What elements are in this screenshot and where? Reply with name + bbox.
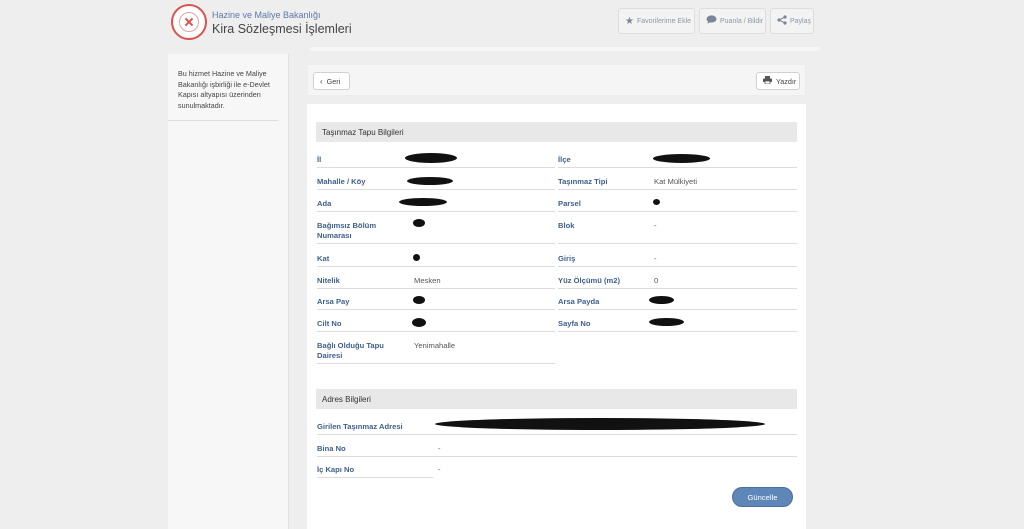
field-value: - [654,221,657,230]
field-value: Kat Mülkiyeti [654,177,698,186]
field-label: Taşınmaz Tipi [558,177,608,186]
field-kat: Kat [317,247,555,267]
redacted-value [413,219,425,227]
field-bina-no: Bina No - [317,437,797,457]
field-value: 0 [654,276,659,285]
field-ilce: İlçe [558,148,797,168]
print-button-label: Yazdır [776,76,797,86]
field-il: İl [317,148,555,168]
redacted-value [653,199,660,205]
field-label: İç Kapı No [317,465,355,474]
field-label: Mahalle / Köy [317,177,366,186]
field-sayfa-no: Sayfa No [558,312,797,332]
field-label: Girilen Taşınmaz Adresi [317,422,403,431]
field-label: Bağımsız Bölüm [317,221,377,230]
field-label: Bina No [317,444,346,453]
ministry-logo-icon [171,4,207,40]
field-label: Yüz Ölçümü (m2) [558,276,621,285]
redacted-value [413,296,425,304]
field-giris: Giriş - [558,247,797,267]
sidebar-info-text: Bu hizmet Hazine ve Maliye Bakanlığı işb… [178,69,270,110]
rate-button[interactable]: Puanla / Bildir [699,8,766,34]
star-icon: ★ [625,15,634,27]
field-girilen-adres: Girilen Taşınmaz Adresi [317,415,797,435]
field-value: - [438,465,441,474]
redacted-value [435,418,765,430]
field-label: İlçe [558,155,571,164]
print-button[interactable]: Yazdır [756,72,800,90]
field-label: Arsa Pay [317,297,350,306]
field-label: Dairesi [317,351,343,360]
content-card: Taşınmaz Tapu Bilgileri İl İlçe Mahalle … [307,104,806,529]
field-ada: Ada [317,192,555,212]
action-toolbar: ‹ Geri Yazdır [307,64,806,96]
field-yuz-olcumu: Yüz Ölçümü (m2) 0 [558,269,797,289]
field-label: Blok [558,221,575,230]
redacted-value [399,198,447,206]
field-blok: Blok - [558,214,797,244]
field-label: Bağlı Olduğu Tapu [317,341,384,350]
field-arsa-payda: Arsa Payda [558,290,797,310]
field-label: Numarası [317,231,352,240]
redacted-value [649,318,684,326]
service-title: Kira Sözleşmesi İşlemleri [212,22,352,36]
redacted-value [653,154,710,163]
field-value: - [438,444,441,453]
share-icon [777,14,787,28]
field-tapu-dairesi: Bağlı Olduğu Tapu Dairesi Yenimahalle [317,334,555,364]
redacted-value [413,254,420,261]
update-button[interactable]: Güncelle [732,487,793,507]
field-label: Giriş [558,254,576,263]
chevron-left-icon: ‹ [320,76,323,86]
section-title-tapu-text: Taşınmaz Tapu Bilgileri [322,127,404,137]
sidebar: Bu hizmet Hazine ve Maliye Bakanlığı işb… [168,54,289,529]
redacted-value [412,318,426,327]
redacted-value [407,177,453,185]
field-mahalle: Mahalle / Köy [317,170,555,190]
sidebar-divider [168,120,278,121]
share-button[interactable]: Paylaş [770,8,814,34]
field-value: Mesken [414,276,441,285]
field-label: Sayfa No [558,319,591,328]
redacted-value [649,296,674,304]
back-button[interactable]: ‹ Geri [313,72,350,90]
field-bagimsiz-bolum: Bağımsız Bölüm Numarası [317,214,555,244]
field-arsa-pay: Arsa Pay [317,290,555,310]
favorite-button[interactable]: ★ Favorilerime Ekle [618,8,695,34]
field-label: Nitelik [317,276,340,285]
section-title-adres: Adres Bilgileri [316,389,797,409]
field-value: Yenimahalle [414,341,456,350]
field-label: Parsel [558,199,581,208]
comment-icon [706,15,717,27]
field-label: Cilt No [317,319,342,328]
field-label: Arsa Payda [558,297,600,306]
printer-icon [763,76,772,86]
field-label: Ada [317,199,332,208]
field-nitelik: Nitelik Mesken [317,269,555,289]
field-label: Kat [317,254,330,263]
section-title-adres-text: Adres Bilgileri [322,394,371,404]
back-button-label: Geri [326,76,341,86]
header: Hazine ve Maliye Bakanlığı Kira Sözleşme… [168,0,820,46]
field-label: İl [317,155,322,164]
field-ic-kapi-no: İç Kapı No - [317,458,797,478]
share-button-label: Paylaş [790,17,812,25]
rate-button-label: Puanla / Bildir [720,17,764,25]
field-value: - [654,254,657,263]
section-title-tapu: Taşınmaz Tapu Bilgileri [316,122,797,142]
ministry-name[interactable]: Hazine ve Maliye Bakanlığı [212,10,321,20]
field-cilt-no: Cilt No [317,312,555,332]
favorite-button-label: Favorilerime Ekle [636,17,692,25]
header-divider [310,47,820,51]
field-tasinmaz-tipi: Taşınmaz Tipi Kat Mülkiyeti [558,170,797,190]
redacted-value [405,153,457,163]
field-parsel: Parsel [558,192,797,212]
